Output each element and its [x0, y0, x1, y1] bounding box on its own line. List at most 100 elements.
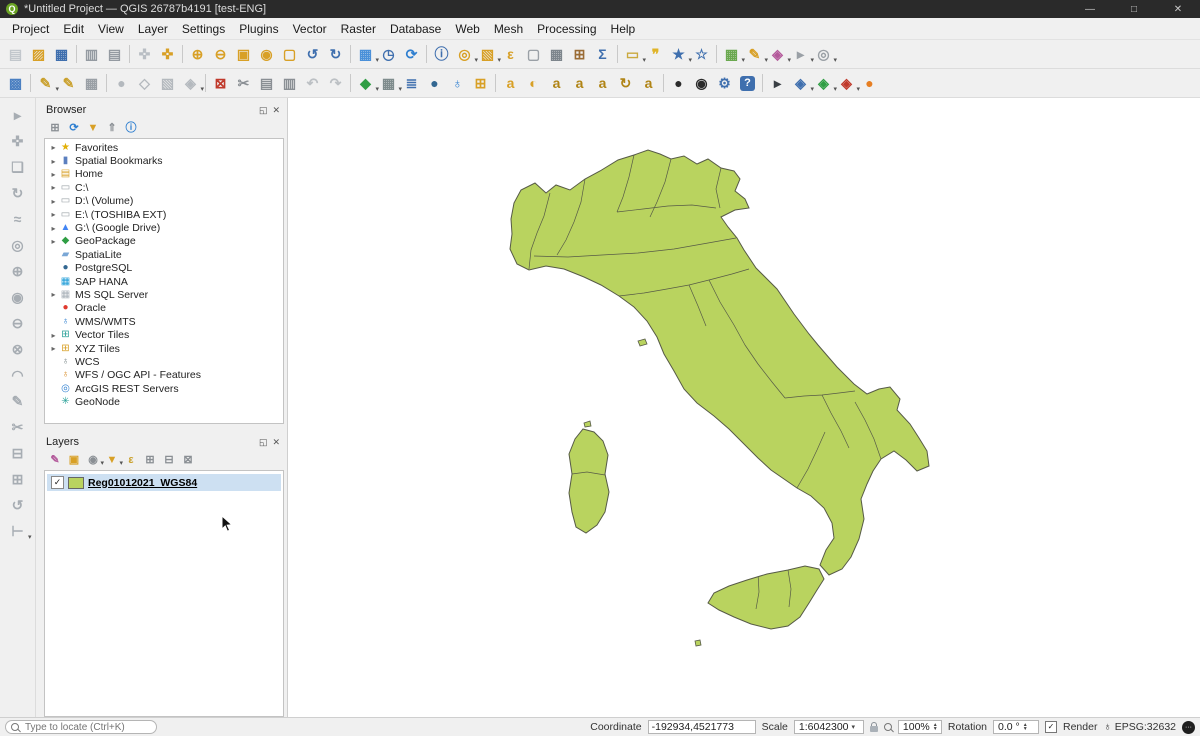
- locate-input[interactable]: [23, 721, 147, 734]
- zoom-to-selection-icon[interactable]: ◉: [255, 43, 278, 66]
- copy-features-icon[interactable]: ▤: [255, 72, 278, 95]
- browser-item-arcgis-rest[interactable]: ◎ArcGIS REST Servers: [45, 382, 283, 395]
- statistical-summary-icon[interactable]: Σ: [591, 43, 614, 66]
- zoom-in-icon[interactable]: ⊕: [186, 43, 209, 66]
- cut-features-icon[interactable]: ✂: [232, 72, 255, 95]
- spin-arrows-icon[interactable]: ▲▼: [933, 723, 938, 731]
- geometry-checker-icon[interactable]: ◈▾: [812, 72, 835, 95]
- split-features-icon[interactable]: ✂: [6, 415, 30, 439]
- expand-arrow-icon[interactable]: ▸: [48, 331, 59, 340]
- select-tool-menu-icon[interactable]: ▸▾: [789, 43, 812, 66]
- add-point-feature-icon[interactable]: ●: [110, 72, 133, 95]
- expand-all-icon[interactable]: ⊞: [141, 451, 159, 469]
- browser-item-geopackage[interactable]: ▸◆GeoPackage: [45, 235, 283, 248]
- remove-layer-icon[interactable]: ⊠: [179, 451, 197, 469]
- expand-arrow-icon[interactable]: ▸: [48, 290, 59, 299]
- layer-diagram-icon[interactable]: ◐: [522, 72, 545, 95]
- merge-features-icon[interactable]: ⊞: [6, 467, 30, 491]
- open-attribute-table-icon[interactable]: ▦: [545, 43, 568, 66]
- manage-map-themes-icon[interactable]: ◉▾: [84, 451, 102, 469]
- pan-map-icon[interactable]: ✜: [133, 43, 156, 66]
- spin-arrows-icon[interactable]: ▲▼: [1023, 723, 1028, 731]
- browser-item-sap-hana[interactable]: ▦SAP HANA: [45, 275, 283, 288]
- temporal-controller-icon[interactable]: ◷: [377, 43, 400, 66]
- minimize-button[interactable]: —: [1068, 0, 1112, 18]
- browser-item-vector-tiles[interactable]: ▸⊞Vector Tiles: [45, 328, 283, 341]
- properties-widget-icon[interactable]: ⓘ: [122, 119, 140, 137]
- browser-item-drive-d[interactable]: ▸▭D:\ (Volume): [45, 195, 283, 208]
- browser-item-drive-g[interactable]: ▸▲G:\ (Google Drive): [45, 221, 283, 234]
- fill-ring-icon[interactable]: ◉: [6, 285, 30, 309]
- search-plugin-icon[interactable]: ◉: [690, 72, 713, 95]
- delete-selected-icon[interactable]: ⊠: [209, 72, 232, 95]
- expand-arrow-icon[interactable]: ▸: [48, 237, 59, 246]
- add-raster-layer-icon[interactable]: ▦▾: [377, 72, 400, 95]
- browser-close-icon[interactable]: ✕: [272, 106, 280, 115]
- layers-close-icon[interactable]: ✕: [272, 438, 280, 447]
- zoom-last-icon[interactable]: ↺: [301, 43, 324, 66]
- add-selected-layers-icon[interactable]: ⊞: [46, 119, 64, 137]
- reshape-features-icon[interactable]: ✎: [6, 389, 30, 413]
- select-by-expression-icon[interactable]: ε: [499, 43, 522, 66]
- scale-combo[interactable]: 1:6042300▾: [794, 720, 864, 734]
- zoom-out-icon[interactable]: ⊖: [209, 43, 232, 66]
- zoom-next-icon[interactable]: ↻: [324, 43, 347, 66]
- topology-checker-icon[interactable]: ◈▾: [789, 72, 812, 95]
- menu-database[interactable]: Database: [383, 20, 448, 38]
- toggle-editing-icon[interactable]: ✎: [57, 72, 80, 95]
- browser-item-favorites[interactable]: ▸★Favorites: [45, 141, 283, 154]
- help-contents-icon[interactable]: ?: [736, 72, 759, 95]
- expand-arrow-icon[interactable]: ▸: [48, 170, 59, 179]
- paste-features-icon[interactable]: ▥: [278, 72, 301, 95]
- new-print-layout-icon[interactable]: ▥: [80, 43, 103, 66]
- measure-icon[interactable]: ▭▾: [621, 43, 644, 66]
- new-project-icon[interactable]: ▤: [4, 43, 27, 66]
- browser-item-spatialite[interactable]: ▰SpatiaLite: [45, 248, 283, 261]
- browser-item-wms-wmts[interactable]: ♁WMS/WMTS: [45, 315, 283, 328]
- render-checkbox[interactable]: ✓: [1045, 721, 1057, 733]
- new-spatial-bookmark-icon[interactable]: ★▾: [667, 43, 690, 66]
- add-postgis-layer-icon[interactable]: ●: [423, 72, 446, 95]
- menu-settings[interactable]: Settings: [175, 20, 232, 38]
- menu-layer[interactable]: Layer: [131, 20, 175, 38]
- browser-item-drive-c[interactable]: ▸▭C:\: [45, 181, 283, 194]
- select-features-icon[interactable]: ▧▾: [476, 43, 499, 66]
- browser-item-oracle[interactable]: ●Oracle: [45, 302, 283, 315]
- menu-help[interactable]: Help: [604, 20, 643, 38]
- change-label-properties-icon[interactable]: a: [637, 72, 660, 95]
- save-project-icon[interactable]: ▦: [50, 43, 73, 66]
- toolbox-menu-icon[interactable]: ◎▾: [812, 43, 835, 66]
- show-spatial-bookmarks-icon[interactable]: ☆: [690, 43, 713, 66]
- close-button[interactable]: ✕: [1156, 0, 1200, 18]
- rotate-label-icon[interactable]: ↻: [614, 72, 637, 95]
- menu-web[interactable]: Web: [448, 20, 486, 38]
- layers-float-icon[interactable]: ◱: [259, 438, 268, 447]
- new-3d-map-view-icon[interactable]: ▦▾: [354, 43, 377, 66]
- identify-features-icon[interactable]: ⓘ: [430, 43, 453, 66]
- open-project-icon[interactable]: ▨: [27, 43, 50, 66]
- pin-unpin-labels-icon[interactable]: a: [545, 72, 568, 95]
- layer-item-reg01012021-wgs84[interactable]: ✓Reg01012021_WGS84: [47, 474, 281, 491]
- highlight-pinned-labels-icon[interactable]: a: [568, 72, 591, 95]
- browser-item-geonode[interactable]: ✳GeoNode: [45, 395, 283, 408]
- undo-icon[interactable]: ↶: [301, 72, 324, 95]
- move-feature-icon[interactable]: ✜: [6, 129, 30, 153]
- panel-splitter[interactable]: [44, 424, 284, 428]
- field-calculator-icon[interactable]: ⊞: [568, 43, 591, 66]
- digitize-tool-icon[interactable]: ▸: [6, 103, 30, 127]
- expand-arrow-icon[interactable]: ▸: [48, 197, 59, 206]
- new-map-view-icon[interactable]: ▦▾: [720, 43, 743, 66]
- browser-item-wfs-ogc-api[interactable]: ♁WFS / OGC API - Features: [45, 369, 283, 382]
- expand-arrow-icon[interactable]: ▸: [48, 210, 59, 219]
- add-polygon-feature-icon[interactable]: ▧: [156, 72, 179, 95]
- deselect-all-icon[interactable]: ▢: [522, 43, 545, 66]
- delete-part-icon[interactable]: ⊗: [6, 337, 30, 361]
- add-vector-layer-icon[interactable]: ◆▾: [354, 72, 377, 95]
- browser-item-xyz-tiles[interactable]: ▸⊞XYZ Tiles: [45, 342, 283, 355]
- maximize-button[interactable]: □: [1112, 0, 1156, 18]
- plugin-button-icon[interactable]: ●: [858, 72, 881, 95]
- magnifier-spin[interactable]: 100% ▲▼: [898, 720, 942, 734]
- map-tips-icon[interactable]: ❞: [644, 43, 667, 66]
- rotate-feature-icon[interactable]: ↻: [6, 181, 30, 205]
- browser-item-spatial-bookmarks[interactable]: ▸▮Spatial Bookmarks: [45, 154, 283, 167]
